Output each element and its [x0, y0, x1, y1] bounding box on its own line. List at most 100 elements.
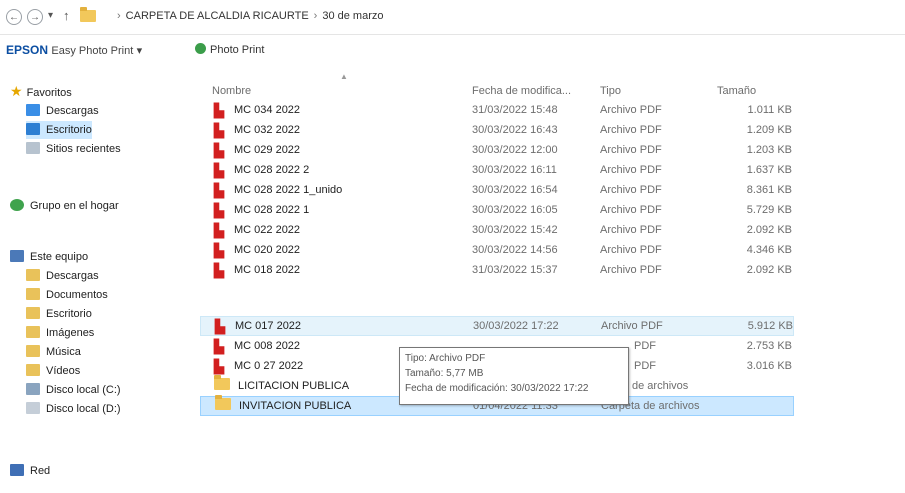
sidebar-item-grupo-hogar[interactable]: Grupo en el hogar: [10, 197, 119, 215]
network-icon: [10, 464, 24, 476]
toolbar: EPSON Easy Photo Print ▾ Photo Print: [0, 35, 905, 61]
downloads-icon: [26, 104, 40, 116]
tooltip-size: Tamaño: 5,77 MB: [405, 368, 484, 379]
column-header-date[interactable]: Fecha de modifica...: [472, 82, 571, 100]
file-type: Archivo PDF: [601, 320, 663, 332]
file-name: MC 008 2022: [234, 340, 301, 352]
file-size: 5.729 KB: [746, 204, 792, 216]
sidebar-item-este-equipo[interactable]: Este equipo: [10, 248, 88, 266]
file-date: 30/03/2022 16:05: [472, 204, 558, 216]
file-name: MC 032 2022: [234, 124, 301, 136]
sidebar-item-descargas-fav[interactable]: Descargas: [26, 102, 99, 120]
file-row[interactable]: ▙ MC 028 2022 1_unido 30/03/2022 16:54 Ar…: [200, 180, 794, 200]
sidebar-item-favoritos[interactable]: ★ Favoritos: [10, 82, 72, 100]
pdf-file-icon: ▙: [214, 243, 224, 258]
file-size: 4.346 KB: [746, 244, 792, 256]
file-date: 31/03/2022 15:48: [472, 104, 558, 116]
file-size: 2.092 KB: [746, 264, 792, 276]
navigation-pane: ★ Favoritos Descargas Escritorio Sitios r…: [0, 82, 196, 493]
file-type: Archivo PDF: [600, 224, 662, 236]
up-button[interactable]: ↑: [63, 8, 70, 23]
forward-button[interactable]: →: [27, 9, 43, 25]
file-name: MC 0 27 2022: [234, 360, 304, 372]
breadcrumb[interactable]: › CARPETA DE ALCALDIA RICAURTE › 30 de marz…: [112, 10, 383, 22]
sidebar-item-disco-c[interactable]: Disco local (C:): [26, 381, 121, 399]
videos-folder-icon: [26, 364, 40, 376]
file-row[interactable]: ▙ MC 022 2022 30/03/2022 15:42 Archivo PD…: [200, 220, 794, 240]
file-row-hovered[interactable]: ▙ MC 017 2022 30/03/2022 17:22 Archivo PD…: [200, 316, 794, 336]
file-row[interactable]: ▙ MC 029 2022 30/03/2022 12:00 Archivo PD…: [200, 140, 794, 160]
file-type: Archivo PDF: [600, 184, 662, 196]
pdf-file-icon: ▙: [214, 339, 224, 354]
file-row[interactable]: ▙ MC 032 2022 30/03/2022 16:43 Archivo PD…: [200, 120, 794, 140]
breadcrumb-item[interactable]: CARPETA DE ALCALDIA RICAURTE: [126, 10, 309, 22]
sidebar-item-documentos[interactable]: Documentos: [26, 286, 108, 304]
folder-name: INVITACION PUBLICA: [239, 400, 352, 412]
file-type: Archivo PDF: [600, 144, 662, 156]
sidebar-item-label: Descargas: [46, 105, 99, 117]
pictures-folder-icon: [26, 326, 40, 338]
file-row[interactable]: ▙ MC 028 2022 2 30/03/2022 16:11 Archivo …: [200, 160, 794, 180]
sidebar-item-escritorio[interactable]: Escritorio: [26, 305, 92, 323]
drive-d-icon: [26, 402, 40, 414]
sidebar-item-label: Grupo en el hogar: [30, 200, 119, 212]
sidebar-item-label: Favoritos: [26, 87, 72, 99]
pdf-file-icon: ▙: [214, 163, 224, 178]
file-type: Archivo PDF: [600, 104, 662, 116]
sidebar-item-sitios-recientes[interactable]: Sitios recientes: [26, 140, 121, 158]
folder-name: LICITACION PUBLICA: [238, 380, 350, 392]
epson-menu[interactable]: EPSON Easy Photo Print ▾: [6, 43, 142, 57]
file-type: PDF: [634, 360, 656, 372]
column-header-type[interactable]: Tipo: [600, 82, 621, 100]
back-button[interactable]: ←: [6, 9, 22, 25]
sidebar-item-descargas[interactable]: Descargas: [26, 267, 99, 285]
sidebar-item-label: Este equipo: [30, 251, 89, 263]
pdf-file-icon: ▙: [214, 123, 224, 138]
file-name: MC 020 2022: [234, 244, 301, 256]
file-size: 1.637 KB: [746, 164, 792, 176]
file-row[interactable]: ▙ MC 034 2022 31/03/2022 15:48 Archivo PD…: [200, 100, 794, 120]
sidebar-item-label: Documentos: [46, 289, 108, 301]
file-date: 30/03/2022 12:00: [472, 144, 558, 156]
sidebar-item-label: Disco local (D:): [46, 403, 121, 415]
file-row[interactable]: ▙ MC 028 2022 1 30/03/2022 16:05 Archivo …: [200, 200, 794, 220]
pdf-file-icon: ▙: [215, 319, 225, 334]
recent-places-icon: [26, 142, 40, 154]
file-date: 30/03/2022 17:22: [473, 320, 559, 332]
file-size: 1.011 KB: [747, 104, 792, 116]
sidebar-item-label: Escritorio: [46, 124, 92, 136]
sidebar-item-disco-d[interactable]: Disco local (D:): [26, 400, 121, 418]
sidebar-item-red[interactable]: Red: [10, 462, 50, 480]
file-name: MC 018 2022: [234, 264, 301, 276]
chevron-down-icon: ▾: [136, 45, 143, 57]
column-header-name[interactable]: Nombre: [212, 82, 251, 100]
photo-print-button[interactable]: Photo Print: [195, 43, 264, 56]
documents-folder-icon: [26, 288, 40, 300]
sidebar-item-imagenes[interactable]: Imágenes: [26, 324, 94, 342]
breadcrumb-item[interactable]: 30 de marzo: [322, 10, 383, 22]
sidebar-item-label: Red: [30, 465, 51, 477]
file-size: 3.016 KB: [746, 360, 792, 372]
file-row[interactable]: ▙ MC 020 2022 30/03/2022 14:56 Archivo PD…: [200, 240, 794, 260]
drive-c-icon: [26, 383, 40, 395]
column-header-size[interactable]: Tamaño: [717, 82, 756, 100]
file-row[interactable]: ▙ MC 018 2022 31/03/2022 15:37 Archivo PD…: [200, 260, 794, 280]
pdf-file-icon: ▙: [214, 103, 224, 118]
sidebar-item-label: Descargas: [46, 270, 99, 282]
file-type: Archivo PDF: [600, 204, 662, 216]
sidebar-item-label: Música: [46, 346, 81, 358]
sidebar-item-musica[interactable]: Música: [26, 343, 81, 361]
file-size: 2.092 KB: [746, 224, 792, 236]
recent-locations-dropdown[interactable]: ▾: [48, 10, 53, 21]
sidebar-item-videos[interactable]: Vídeos: [26, 362, 80, 380]
sidebar-item-label: Vídeos: [46, 365, 81, 377]
file-size: 8.361 KB: [746, 184, 792, 196]
easy-photo-print-label: Easy Photo Print: [51, 45, 134, 57]
computer-icon: [10, 250, 24, 262]
file-size: 1.209 KB: [746, 124, 792, 136]
file-size: 2.753 KB: [746, 340, 792, 352]
file-type: PDF: [634, 340, 656, 352]
file-date: 30/03/2022 16:43: [472, 124, 558, 136]
sidebar-item-escritorio-fav[interactable]: Escritorio: [26, 121, 92, 139]
file-name: MC 028 2022 1: [234, 204, 310, 216]
